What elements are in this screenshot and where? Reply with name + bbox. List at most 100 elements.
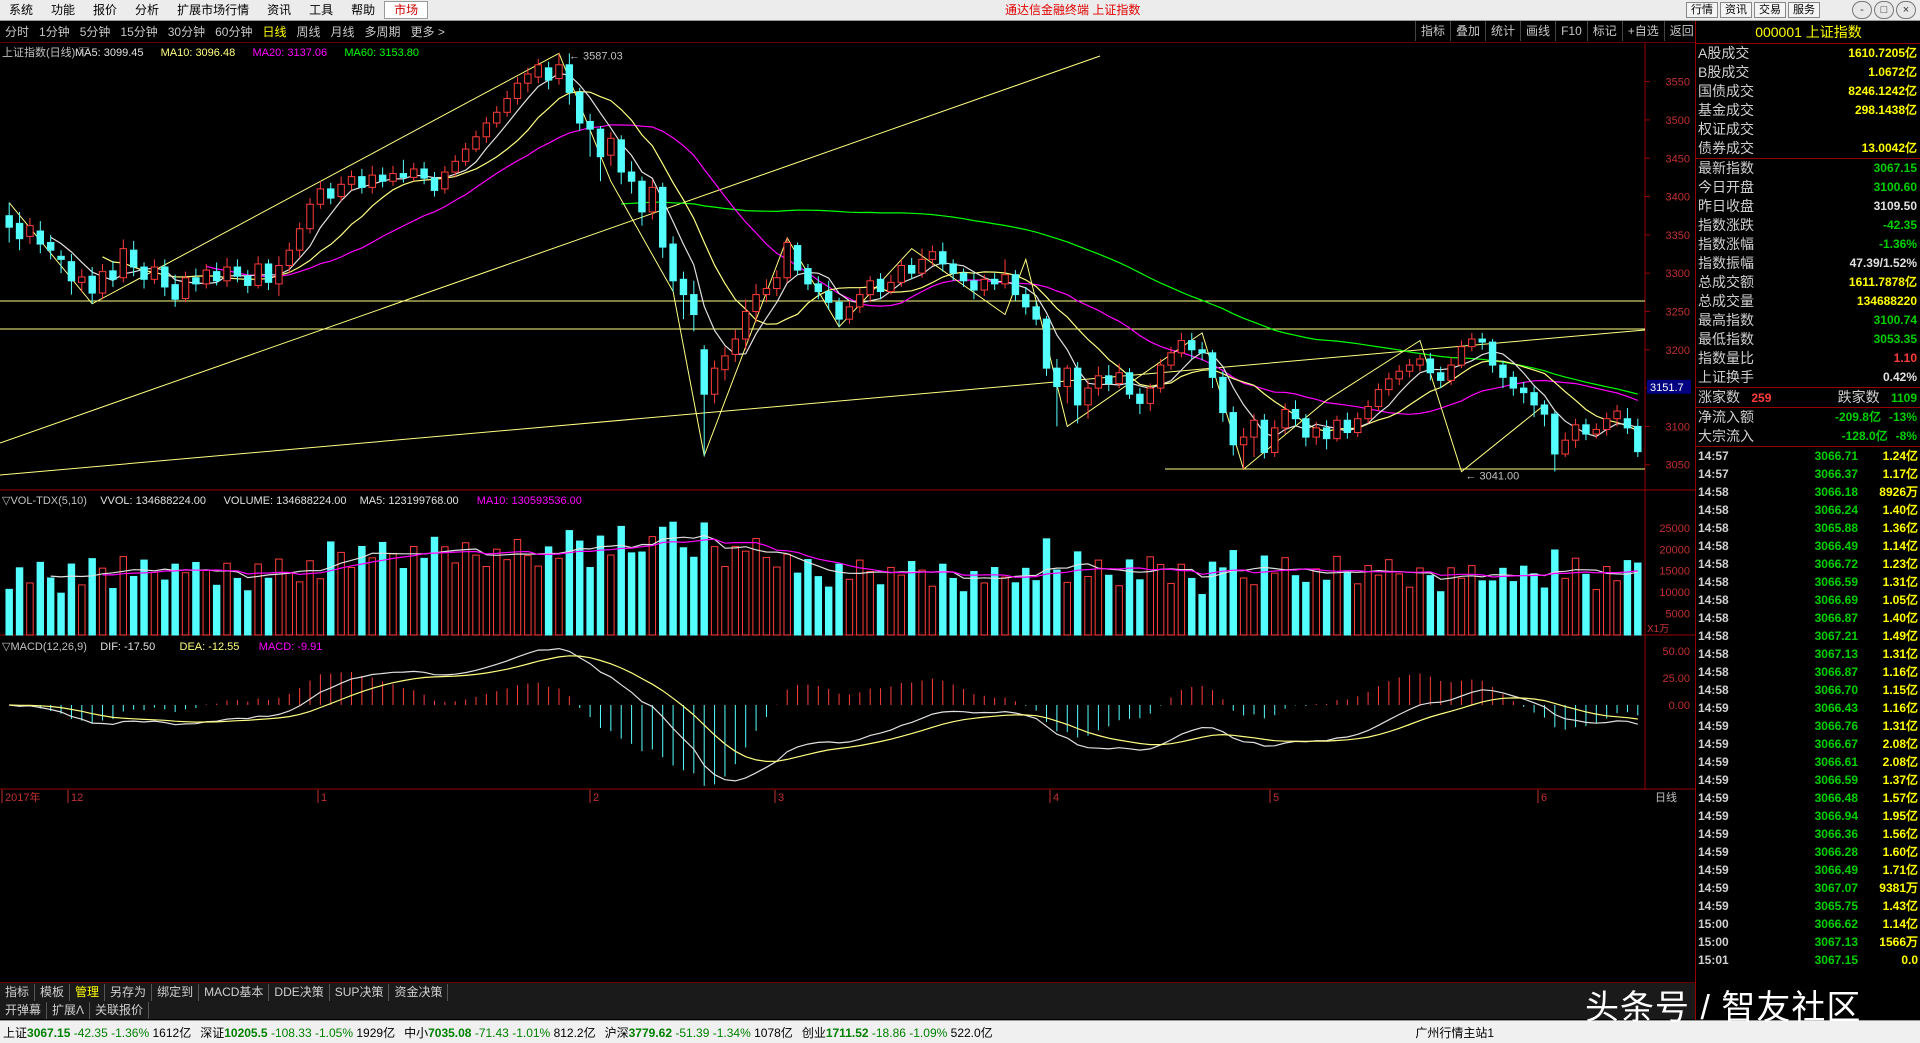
candle-body[interactable] bbox=[856, 294, 864, 308]
candle-body[interactable] bbox=[171, 284, 179, 300]
candle-body[interactable] bbox=[15, 222, 24, 240]
candle-body[interactable] bbox=[835, 301, 843, 320]
candle-body[interactable] bbox=[1623, 418, 1632, 429]
candle-body[interactable] bbox=[275, 265, 283, 285]
candle-body[interactable] bbox=[1322, 427, 1331, 440]
candle-body[interactable] bbox=[690, 294, 698, 316]
candle-body[interactable] bbox=[57, 255, 65, 260]
candle-body[interactable] bbox=[1437, 372, 1445, 381]
candle-body[interactable] bbox=[1229, 412, 1237, 446]
menu-item-3[interactable]: 分析 bbox=[126, 0, 168, 20]
candle-body[interactable] bbox=[1022, 294, 1030, 308]
candle-body[interactable] bbox=[1364, 405, 1372, 420]
indicator-tab-1[interactable]: 模板 bbox=[35, 983, 71, 1001]
candle-body[interactable] bbox=[617, 139, 625, 173]
candle-body[interactable] bbox=[1582, 424, 1590, 435]
candle-body[interactable] bbox=[1146, 387, 1154, 404]
indicator-tab-6[interactable]: DDE决策 bbox=[269, 983, 330, 1001]
candle-body[interactable] bbox=[1115, 372, 1123, 384]
candle-body[interactable] bbox=[565, 64, 574, 93]
candle-body[interactable] bbox=[814, 283, 823, 293]
candle-body[interactable] bbox=[337, 183, 345, 198]
candle-body[interactable] bbox=[295, 228, 304, 251]
ext-tab-2[interactable]: 关联报价 bbox=[90, 1001, 150, 1019]
menu-item-8[interactable]: 市场 bbox=[384, 1, 429, 19]
period-tab-10[interactable]: 更多 > bbox=[406, 22, 450, 42]
candle-body[interactable] bbox=[669, 243, 677, 282]
candle-body[interactable] bbox=[233, 266, 242, 277]
candle-body[interactable] bbox=[1613, 410, 1621, 420]
candle-body[interactable] bbox=[26, 225, 34, 237]
candle-body[interactable] bbox=[1405, 364, 1414, 372]
candle-body[interactable] bbox=[46, 242, 55, 251]
candle-body[interactable] bbox=[586, 120, 594, 130]
candle-body[interactable] bbox=[67, 261, 76, 282]
candle-body[interactable] bbox=[306, 203, 314, 230]
candle-body[interactable] bbox=[1530, 392, 1538, 406]
candle-body[interactable] bbox=[1011, 274, 1020, 296]
candle-body[interactable] bbox=[1177, 340, 1186, 354]
candle-body[interactable] bbox=[1385, 378, 1393, 391]
chart-tool-4[interactable]: F10 bbox=[1555, 21, 1587, 41]
candle-body[interactable] bbox=[918, 258, 926, 274]
candle-body[interactable] bbox=[648, 186, 657, 213]
candle-body[interactable] bbox=[1219, 376, 1227, 414]
candle-body[interactable] bbox=[596, 128, 605, 158]
candle-body[interactable] bbox=[472, 136, 480, 150]
candle-body[interactable] bbox=[1561, 439, 1569, 455]
candle-body[interactable] bbox=[119, 248, 128, 279]
candle-body[interactable] bbox=[928, 251, 937, 260]
ext-tab-1[interactable]: 扩展Λ bbox=[47, 1001, 91, 1019]
candle-body[interactable] bbox=[1488, 341, 1497, 366]
candle-body[interactable] bbox=[1291, 409, 1300, 420]
candle-body[interactable] bbox=[129, 249, 138, 268]
menu-item-7[interactable]: 帮助 bbox=[342, 0, 384, 20]
indicator-tab-2[interactable]: 管理 bbox=[70, 983, 106, 1001]
candle-body[interactable] bbox=[1042, 318, 1051, 369]
candle-body[interactable] bbox=[1333, 419, 1341, 440]
candle-body[interactable] bbox=[1188, 340, 1196, 351]
candle-body[interactable] bbox=[150, 266, 159, 280]
candle-body[interactable] bbox=[1271, 427, 1279, 453]
indicator-tab-7[interactable]: SUP决策 bbox=[330, 983, 390, 1001]
candle-body[interactable] bbox=[285, 249, 293, 267]
candle-body[interactable] bbox=[1125, 372, 1134, 395]
close-icon[interactable]: × bbox=[1896, 1, 1916, 19]
period-tab-5[interactable]: 60分钟 bbox=[210, 22, 257, 42]
candle-body[interactable] bbox=[783, 242, 791, 279]
candle-body[interactable] bbox=[1136, 393, 1144, 404]
candle-body[interactable] bbox=[773, 277, 781, 289]
candle-body[interactable] bbox=[638, 180, 646, 213]
period-tab-0[interactable]: 分时 bbox=[0, 22, 34, 42]
candle-body[interactable] bbox=[1499, 364, 1507, 378]
candle-body[interactable] bbox=[202, 269, 210, 285]
candle-body[interactable] bbox=[1001, 274, 1009, 285]
menu-item-2[interactable]: 报价 bbox=[84, 0, 126, 20]
candle-body[interactable] bbox=[1457, 346, 1466, 366]
candle-body[interactable] bbox=[1250, 419, 1258, 438]
candle-body[interactable] bbox=[161, 266, 169, 288]
period-tab-6[interactable]: 日线 bbox=[257, 22, 291, 42]
candle-body[interactable] bbox=[212, 271, 221, 282]
candle-body[interactable] bbox=[804, 268, 812, 285]
candle-body[interactable] bbox=[762, 287, 771, 296]
candle-body[interactable] bbox=[513, 82, 522, 99]
candle-body[interactable] bbox=[544, 67, 553, 81]
candle-body[interactable] bbox=[451, 160, 459, 173]
top-button-1[interactable]: 资讯 bbox=[1720, 2, 1752, 18]
candle-body[interactable] bbox=[1073, 367, 1082, 406]
candle-body[interactable] bbox=[503, 97, 511, 113]
candle-body[interactable] bbox=[88, 275, 96, 294]
top-button-3[interactable]: 服务 bbox=[1788, 2, 1820, 18]
candle-body[interactable] bbox=[482, 122, 491, 138]
candle-body[interactable] bbox=[441, 171, 449, 190]
candle-body[interactable] bbox=[534, 64, 542, 78]
security-title[interactable]: 000001 上证指数 bbox=[1696, 21, 1920, 44]
top-button-0[interactable]: 行情 bbox=[1686, 2, 1718, 18]
candle-body[interactable] bbox=[347, 176, 356, 185]
candle-body[interactable] bbox=[1208, 352, 1217, 378]
candle-body[interactable] bbox=[254, 263, 262, 286]
status-index-0[interactable]: 上证3067.15 -42.35 -1.36% 1612亿 bbox=[0, 1024, 197, 1041]
candle-body[interactable] bbox=[990, 278, 999, 285]
period-tab-4[interactable]: 30分钟 bbox=[163, 22, 210, 42]
